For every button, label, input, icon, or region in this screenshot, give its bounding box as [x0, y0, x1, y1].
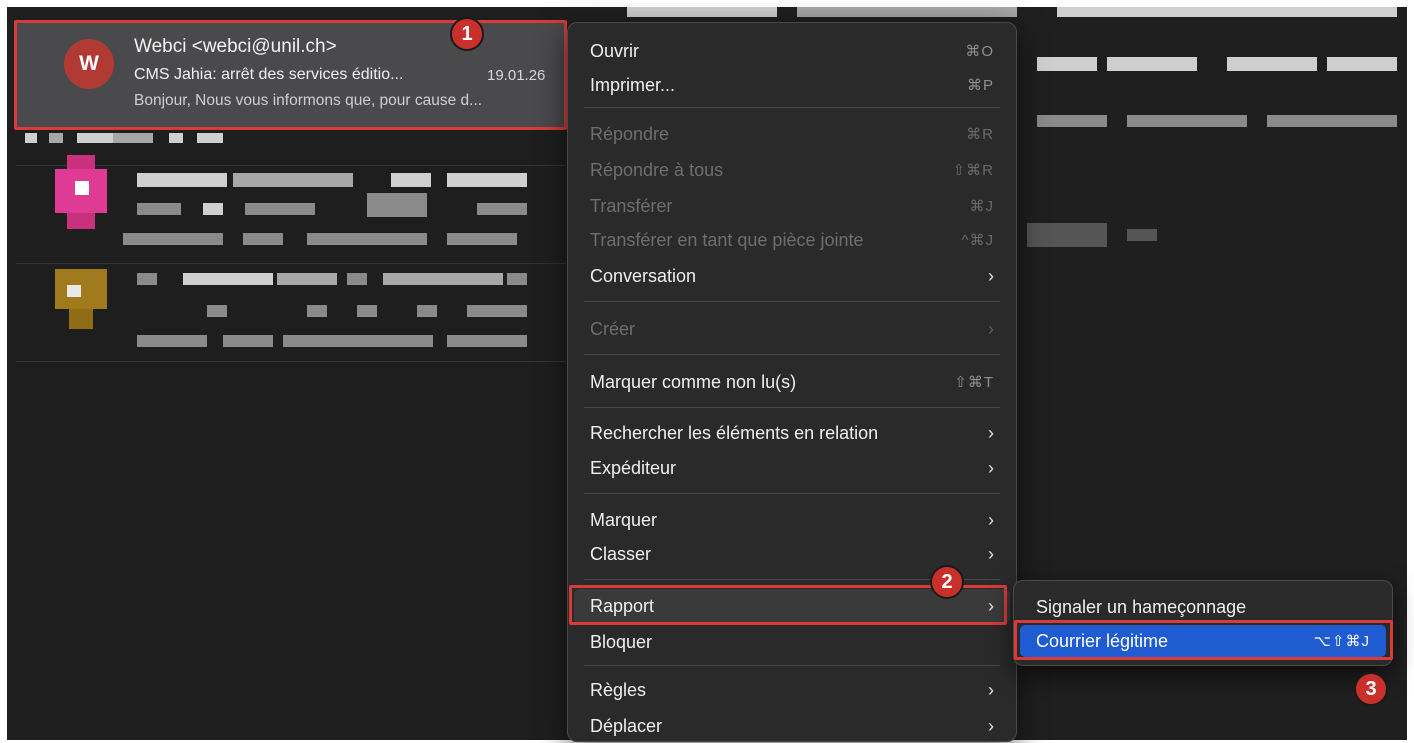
- menu-item-rechercher-relation[interactable]: Rechercher les éléments en relation ›: [574, 416, 1010, 450]
- menu-item-label: Règles: [590, 679, 647, 700]
- chevron-right-icon: ›: [988, 715, 994, 736]
- menu-item-label: Déplacer: [590, 715, 663, 736]
- chevron-right-icon: ›: [988, 543, 994, 564]
- menu-item-expediteur[interactable]: Expéditeur ›: [574, 451, 1010, 485]
- menu-item-shortcut: ⌘O: [965, 43, 994, 60]
- chevron-right-icon: ›: [988, 422, 994, 443]
- menu-item-shortcut: ⇧⌘R: [952, 162, 994, 179]
- chevron-right-icon: ›: [988, 509, 994, 530]
- menu-item-label: Créer: [590, 318, 636, 339]
- menu-item-creer[interactable]: Créer ›: [574, 312, 1010, 346]
- annotation-box-courrier-legitime: [1014, 620, 1393, 660]
- context-menu: Ouvrir ⌘O Imprimer... ⌘P Répondre ⌘R Rép…: [567, 22, 1017, 742]
- menu-item-label: Répondre à tous: [590, 159, 724, 180]
- obscured-avatar: [55, 269, 107, 329]
- menu-item-bloquer[interactable]: Bloquer: [574, 625, 1010, 659]
- row-divider: [16, 361, 566, 362]
- menu-item-label: Classer: [590, 543, 652, 564]
- menu-item-shortcut: ⇧⌘T: [954, 374, 994, 391]
- chevron-right-icon: ›: [988, 265, 994, 286]
- submenu-item-signaler-hameconnage[interactable]: Signaler un hameçonnage: [1020, 591, 1386, 623]
- menu-item-transferer[interactable]: Transférer ⌘J: [574, 189, 1010, 223]
- obscured-avatar: [55, 155, 107, 229]
- menu-separator: [584, 354, 1000, 355]
- menu-item-repondre[interactable]: Répondre ⌘R: [574, 117, 1010, 151]
- menu-item-conversation[interactable]: Conversation ›: [574, 259, 1010, 293]
- menu-separator: [584, 665, 1000, 666]
- annotation-badge-2: 2: [930, 565, 964, 599]
- chevron-right-icon: ›: [988, 318, 994, 339]
- menu-item-imprimer[interactable]: Imprimer... ⌘P: [574, 68, 1010, 102]
- menu-separator: [584, 493, 1000, 494]
- menu-separator: [584, 407, 1000, 408]
- menu-item-shortcut: ^⌘J: [961, 232, 994, 249]
- menu-item-shortcut: ⌘J: [969, 198, 994, 215]
- menu-item-label: Marquer comme non lu(s): [590, 371, 797, 392]
- menu-item-ouvrir[interactable]: Ouvrir ⌘O: [574, 34, 1010, 68]
- menu-item-label: Rechercher les éléments en relation: [590, 422, 879, 443]
- menu-item-label: Bloquer: [590, 631, 653, 652]
- menu-item-label: Transférer: [590, 195, 673, 216]
- menu-item-repondre-a-tous[interactable]: Répondre à tous ⇧⌘R: [574, 153, 1010, 187]
- menu-item-marquer-non-lu[interactable]: Marquer comme non lu(s) ⇧⌘T: [574, 365, 1010, 399]
- menu-item-label: Expéditeur: [590, 457, 677, 478]
- annotation-badge-1: 1: [450, 17, 484, 51]
- menu-item-shortcut: ⌘R: [966, 126, 994, 143]
- menu-item-label: Transférer en tant que pièce jointe: [590, 229, 864, 250]
- annotation-box-message: [14, 20, 567, 130]
- menu-item-shortcut: ⌘P: [966, 77, 994, 94]
- menu-item-transferer-piece-jointe[interactable]: Transférer en tant que pièce jointe ^⌘J: [574, 223, 1010, 257]
- annotation-badge-3: 3: [1354, 672, 1388, 706]
- menu-item-deplacer[interactable]: Déplacer ›: [574, 709, 1010, 743]
- menu-item-label: Marquer: [590, 509, 658, 530]
- menu-item-label: Conversation: [590, 265, 697, 286]
- row-divider: [16, 263, 566, 264]
- chevron-right-icon: ›: [988, 679, 994, 700]
- menu-item-label: Imprimer...: [590, 74, 676, 95]
- menu-item-label: Répondre: [590, 123, 670, 144]
- menu-item-marquer[interactable]: Marquer ›: [574, 503, 1010, 537]
- menu-item-label: Ouvrir: [590, 40, 639, 61]
- chevron-right-icon: ›: [988, 457, 994, 478]
- menu-separator: [584, 301, 1000, 302]
- menu-separator: [584, 107, 1000, 108]
- menu-item-regles[interactable]: Règles ›: [574, 673, 1010, 707]
- submenu-item-label: Signaler un hameçonnage: [1036, 596, 1247, 617]
